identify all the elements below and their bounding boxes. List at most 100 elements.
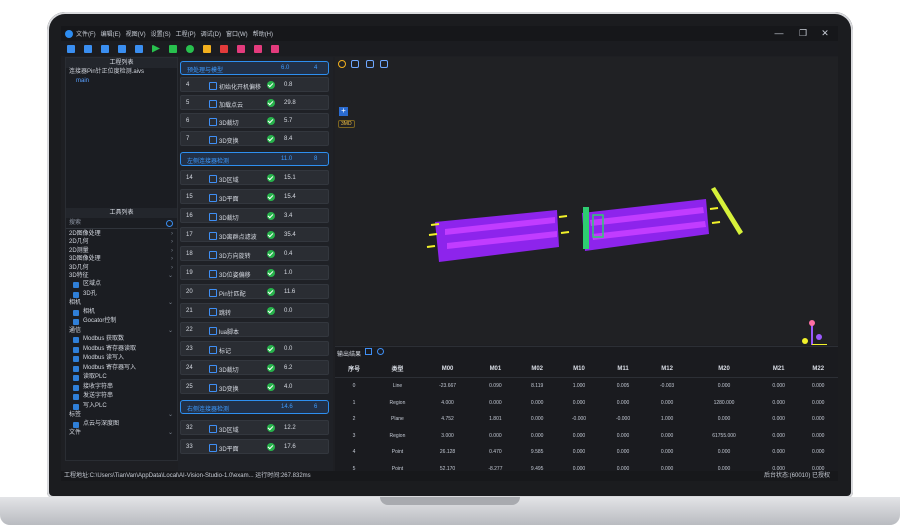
tool-category[interactable]: 文件 ⌄ [66, 429, 177, 437]
menu-window[interactable]: 窗口(W) [226, 29, 248, 38]
loop-run-icon[interactable] [186, 44, 194, 53]
search-icon[interactable] [166, 220, 173, 227]
table-cell: 0.000 [811, 399, 825, 406]
column-header[interactable]: 类型 [373, 360, 422, 378]
flow-group[interactable]: 左侧连接器检测 11.0 8 [180, 152, 329, 166]
column-header[interactable]: 序号 [335, 360, 374, 378]
new-project-icon[interactable] [67, 44, 75, 53]
tool-item[interactable]: 读取PLC [66, 373, 177, 383]
table-row[interactable]: 4 Point 26.128 0.470 9.585 0.000 0.000 0.000 0.0… [335, 444, 838, 461]
menu-help[interactable]: 帮助(H) [253, 29, 273, 38]
tool-item[interactable]: Modbus 寄存器读取 [66, 345, 177, 355]
search-input[interactable]: 搜索 [66, 219, 177, 228]
record-icon[interactable] [271, 44, 279, 53]
flow-step[interactable]: 33 3D平面 17.6 [180, 439, 329, 454]
maximize-button[interactable]: ❐ [796, 27, 810, 39]
flow-group[interactable]: 右侧连接器检测 14.6 6 [180, 400, 329, 414]
flow-step[interactable]: 20 Pin针匹配 11.6 [180, 284, 329, 299]
save-icon[interactable] [118, 44, 126, 53]
pause-icon[interactable] [203, 44, 211, 53]
tool-item[interactable]: 区域点 [66, 280, 177, 290]
step-icon [209, 425, 217, 433]
tool-category[interactable]: 3D特征 ⌄ [66, 272, 177, 280]
stop-icon[interactable] [220, 44, 228, 53]
pin-marker [560, 231, 570, 234]
flow-step[interactable]: 4 初始化开机偏移 0.8 [180, 77, 329, 92]
run-icon[interactable] [152, 44, 160, 53]
import-icon[interactable] [101, 44, 109, 53]
tool-category[interactable]: 通信 ⌄ [66, 327, 177, 335]
menu-settings[interactable]: 设置(S) [151, 29, 171, 38]
tool-item[interactable]: 写入PLC [66, 402, 177, 412]
menu-view[interactable]: 视图(V) [126, 29, 146, 38]
flow-step[interactable]: 5 加载点云 29.8 [180, 95, 329, 110]
table-row[interactable]: 0 Line -23.667 0.090 8.119 1.000 0.005 -0.003 0.… [335, 378, 838, 395]
image-icon[interactable] [254, 44, 262, 53]
column-header[interactable]: M22 [798, 360, 838, 378]
column-header[interactable]: M21 [758, 360, 799, 378]
flow-step[interactable]: 14 3D区域 15.1 [180, 170, 329, 185]
column-header[interactable]: M12 [645, 360, 690, 378]
flow-step[interactable]: 21 跳转 0.0 [180, 303, 329, 318]
check-icon [267, 424, 275, 432]
close-button[interactable]: ✕ [818, 27, 832, 39]
flow-step[interactable]: 22 lua脚本 [180, 322, 329, 337]
table-row[interactable]: 3 Region 3.000 0.000 0.000 0.000 0.000 0.000 617… [335, 428, 838, 445]
menu-file[interactable]: 文件(F) [76, 29, 96, 38]
flow-step[interactable]: 24 3D裁切 6.2 [180, 360, 329, 375]
flow-step[interactable]: 25 3D变换 4.0 [180, 379, 329, 394]
tool-item[interactable]: 相机 [66, 308, 177, 318]
step-icon [209, 100, 217, 108]
tool-item[interactable]: Modbus 寄存器写入 [66, 364, 177, 374]
tool-search[interactable]: 搜索 [66, 219, 177, 229]
3d-viewer[interactable]: + 3MD [335, 57, 838, 345]
flow-step[interactable]: 18 3D方向旋转 0.4 [180, 246, 329, 261]
tool-category[interactable]: 3D几何 › [66, 264, 177, 272]
tool-item[interactable]: Modbus 读写入 [66, 354, 177, 364]
flow-step[interactable]: 16 3D裁切 3.4 [180, 208, 329, 223]
run-step-icon[interactable] [169, 44, 177, 53]
flow-step[interactable]: 32 3D区域 12.2 [180, 420, 329, 435]
column-header[interactable]: M00 [421, 360, 474, 378]
tool-category[interactable]: 2D测量 › [66, 247, 177, 255]
refresh-icon[interactable] [377, 348, 384, 355]
table-row[interactable]: 1 Region 4.000 0.000 0.000 0.000 0.000 0.000 128… [335, 395, 838, 412]
menu-debug[interactable]: 调试(D) [201, 29, 221, 38]
menu-edit[interactable]: 编辑(E) [101, 29, 121, 38]
flow-step[interactable]: 17 3D离群点滤波 35.4 [180, 227, 329, 242]
check-icon [267, 193, 275, 201]
table-cell: 1.801 [489, 416, 502, 423]
tool-item[interactable]: 发送字符串 [66, 392, 177, 402]
menu-project[interactable]: 工程(P) [176, 29, 196, 38]
column-header[interactable]: M10 [556, 360, 601, 378]
tool-category[interactable]: 相机 ⌄ [66, 299, 177, 307]
save-as-icon[interactable] [135, 44, 143, 53]
column-header[interactable]: M02 [517, 360, 557, 378]
tool-item[interactable]: 点云与深度图 [66, 420, 177, 430]
tool-category[interactable]: 2D几何 › [66, 238, 177, 246]
minimize-button[interactable]: — [772, 27, 786, 39]
open-project-icon[interactable] [84, 44, 92, 53]
column-header[interactable]: M11 [601, 360, 646, 378]
column-header[interactable]: M01 [473, 360, 518, 378]
tool-item[interactable]: Gocator控制 [66, 317, 177, 327]
export-icon[interactable] [365, 348, 372, 355]
tool-item[interactable]: 3D孔 [66, 290, 177, 300]
tool-category[interactable]: 2D图像处理 › [66, 230, 177, 238]
flow-step[interactable]: 23 标记 0.0 [180, 341, 329, 356]
tool-category[interactable]: 3D图像处理 › [66, 255, 177, 263]
step-icon [209, 251, 217, 259]
flow-step[interactable]: 6 3D裁切 5.7 [180, 113, 329, 128]
project-file-item[interactable]: 连接器Pin针正位度检测.aivs [66, 68, 177, 77]
camera-icon[interactable] [237, 44, 245, 53]
flow-step[interactable]: 7 3D变换 8.4 [180, 131, 329, 146]
flow-step[interactable]: 19 3D位姿偏移 1.0 [180, 265, 329, 280]
flow-group[interactable]: 预处理与模型 6.0 4 [180, 61, 329, 75]
project-main-item[interactable]: main [66, 77, 177, 86]
column-header[interactable]: M20 [689, 360, 759, 378]
tool-item[interactable]: 接收字符串 [66, 383, 177, 393]
flow-step[interactable]: 15 3D平面 15.4 [180, 189, 329, 204]
tool-category[interactable]: 标签 ⌄ [66, 411, 177, 419]
tool-item[interactable]: Modbus 获取数 [66, 335, 177, 345]
table-row[interactable]: 2 Plane 4.752 1.801 0.000 -0.000 -0.000 1.000 0.… [335, 411, 838, 428]
